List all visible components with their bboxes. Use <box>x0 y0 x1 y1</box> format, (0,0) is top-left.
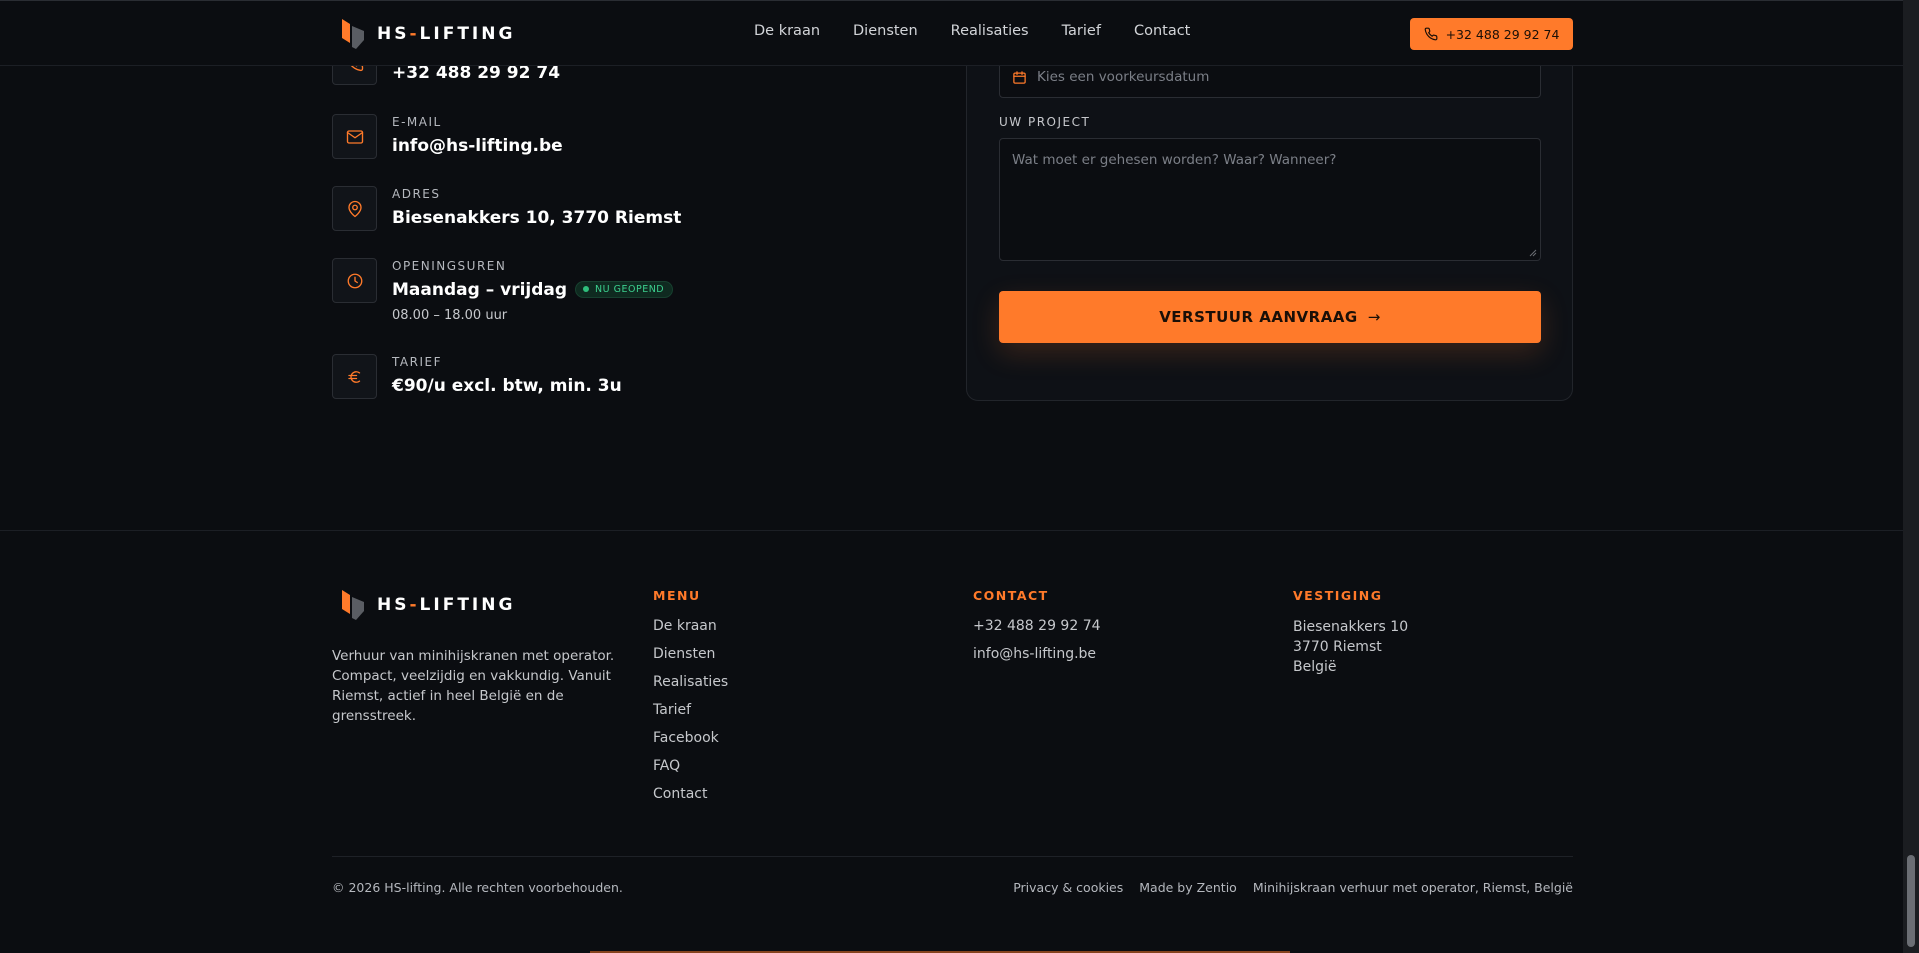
logo-wordmark: HS-LIFTING <box>377 595 516 615</box>
footer-email-link[interactable]: info@hs-lifting.be <box>973 645 1101 664</box>
logo-wordmark: HS-LIFTING <box>377 24 516 44</box>
header-logo[interactable]: HS-LIFTING <box>338 17 515 51</box>
footer-city: 3770 Riemst <box>1293 639 1382 655</box>
made-by-link[interactable]: Made by Zentio <box>1139 880 1237 895</box>
nav-realisaties[interactable]: Realisaties <box>951 23 1029 39</box>
privacy-cookies-link[interactable]: Privacy & cookies <box>1013 880 1123 895</box>
clock-icon <box>332 258 377 303</box>
footer-location-heading: VESTIGING <box>1293 588 1383 603</box>
footer-link-contact[interactable]: Contact <box>653 785 728 804</box>
footer-legal-links: Privacy & cookies Made by Zentio Minihij… <box>997 880 1573 895</box>
open-status-badge: NU GEOPEND <box>575 280 674 298</box>
address-value: Biesenakkers 10, 3770 Riemst <box>392 208 682 228</box>
footer-contact: CONTACT +32 488 29 92 74 info@hs-lifting… <box>973 588 1101 673</box>
logo-mark-icon <box>338 17 366 51</box>
rate-label: TARIEF <box>392 355 442 369</box>
footer-description: Verhuur van minihijskranen met operator.… <box>332 648 615 724</box>
footer-link-facebook[interactable]: Facebook <box>653 729 728 748</box>
footer-link-realisaties[interactable]: Realisaties <box>653 673 728 692</box>
logo-mark-icon <box>338 588 366 622</box>
nav-tarief[interactable]: Tarief <box>1062 23 1101 39</box>
status-dot-icon <box>583 286 590 292</box>
nav-diensten[interactable]: Diensten <box>853 23 918 39</box>
scrollbar-thumb[interactable] <box>1907 855 1915 947</box>
hours-label: OPENINGSUREN <box>392 259 507 273</box>
site-header: HS-LIFTING De kraan Diensten Realisaties… <box>0 0 1903 66</box>
project-textarea[interactable]: Wat moet er gehesen worden? Waar? Wannee… <box>999 138 1541 261</box>
hours-days: Maandag – vrijdag <box>392 280 568 300</box>
address-label: ADRES <box>392 187 441 201</box>
hours-times: 08.00 – 18.00 uur <box>392 308 508 323</box>
footer-phone-link[interactable]: +32 488 29 92 74 <box>973 617 1101 636</box>
submit-request-button[interactable]: VERSTUUR AANVRAAG → <box>999 291 1541 343</box>
copyright-text: © 2026 HS-lifting. Alle rechten voorbeho… <box>332 880 623 895</box>
footer-location: VESTIGING Biesenakkers 10 3770 Riemst Be… <box>1293 588 1408 677</box>
hours-value: Maandag – vrijdag NU GEOPEND <box>392 280 674 300</box>
page-scrollbar[interactable] <box>1903 0 1919 953</box>
map-pin-icon <box>332 186 377 231</box>
footer-logo[interactable]: HS-LIFTING <box>338 588 515 622</box>
email-value[interactable]: info@hs-lifting.be <box>392 136 563 156</box>
nav-de-kraan[interactable]: De kraan <box>754 23 820 39</box>
open-status-text: NU GEOPEND <box>595 283 665 295</box>
nav-contact[interactable]: Contact <box>1134 23 1190 39</box>
calendar-icon <box>1013 70 1026 84</box>
footer-link-faq[interactable]: FAQ <box>653 757 728 776</box>
footer-country: België <box>1293 659 1337 675</box>
arrow-right-icon: → <box>1367 308 1381 326</box>
phone-icon <box>1424 27 1437 41</box>
footer-divider <box>332 856 1573 857</box>
footer-menu: MENU De kraan Diensten Realisaties Tarie… <box>653 588 728 813</box>
footer-menu-heading: MENU <box>653 588 701 603</box>
footer-link-diensten[interactable]: Diensten <box>653 645 728 664</box>
header-call-label: +32 488 29 92 74 <box>1445 26 1560 42</box>
project-placeholder: Wat moet er gehesen worden? Waar? Wannee… <box>1012 152 1337 168</box>
seo-tagline: Minihijskraan verhuur met operator, Riem… <box>1252 880 1573 895</box>
email-label: E-MAIL <box>392 115 442 129</box>
site-footer: HS-LIFTING Verhuur van minihijskranen me… <box>0 530 1903 953</box>
rate-value: €90/u excl. btw, min. 3u <box>392 376 622 396</box>
header-call-button[interactable]: +32 488 29 92 74 <box>1410 18 1573 50</box>
mail-icon <box>332 114 377 159</box>
project-label: UW PROJECT <box>999 115 1091 129</box>
euro-icon <box>332 354 377 399</box>
footer-contact-heading: CONTACT <box>973 588 1049 603</box>
date-placeholder: Kies een voorkeursdatum <box>1037 69 1210 85</box>
footer-link-tarief[interactable]: Tarief <box>653 701 728 720</box>
footer-link-de-kraan[interactable]: De kraan <box>653 617 728 636</box>
submit-label: VERSTUUR AANVRAAG <box>1159 308 1358 326</box>
main-nav: De kraan Diensten Realisaties Tarief Con… <box>754 23 1223 39</box>
resize-handle-icon[interactable] <box>1529 249 1537 257</box>
footer-street: Biesenakkers 10 <box>1293 619 1409 635</box>
phone-value[interactable]: +32 488 29 92 74 <box>392 63 560 83</box>
